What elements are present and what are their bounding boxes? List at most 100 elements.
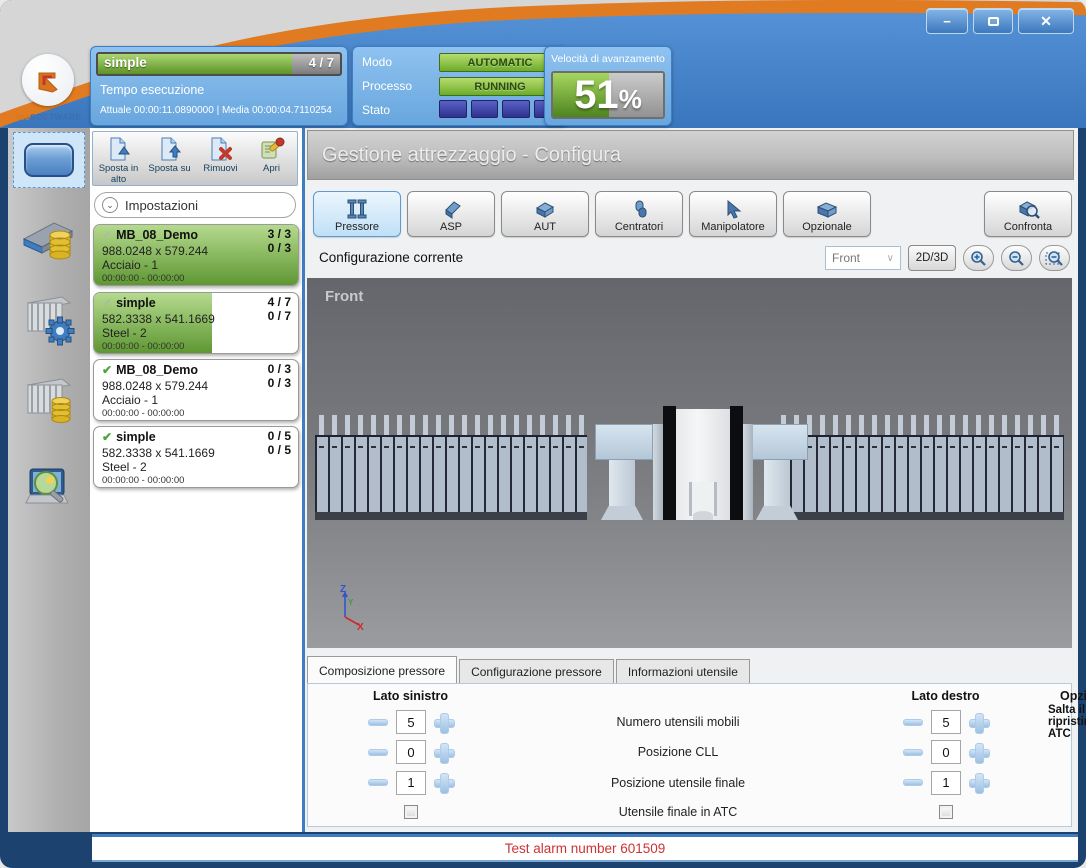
posizione-cll-label: Posizione CLL <box>638 745 719 759</box>
laptop-search-icon <box>20 459 78 517</box>
rack-database-icon <box>20 371 78 429</box>
chevron-down-icon: ∨ <box>887 253 894 264</box>
tab-informazioni-utensile[interactable]: Informazioni utensile <box>616 659 750 684</box>
decrement-button[interactable] <box>903 719 923 726</box>
posizione-utensile-finale-right-value[interactable]: 1 <box>931 771 961 795</box>
numero-utensili-label: Numero utensili mobili <box>617 715 740 729</box>
application-window: theSOFTWARE − ✕ simple 4 / 7 Tempo esecu… <box>0 0 1086 868</box>
header-band: theSOFTWARE − ✕ simple 4 / 7 Tempo esecu… <box>0 0 1086 128</box>
detail-tab-row: Composizione pressore Configurazione pre… <box>307 656 1072 684</box>
tab-pressore[interactable]: Pressore <box>313 191 401 237</box>
apri-button[interactable]: Apri <box>246 132 297 185</box>
machine-3d-viewport[interactable]: Front Z <box>307 278 1072 648</box>
tempo-esecuzione-label: Tempo esecuzione <box>100 83 204 97</box>
sidebar-item-rack-database[interactable] <box>17 368 81 432</box>
machine-state-panel: Modo AUTOMATIC Processo RUNNING Stato <box>352 46 568 126</box>
centratori-icon <box>626 198 652 220</box>
press-black-column-left <box>663 406 676 520</box>
processo-label: Processo <box>362 79 412 93</box>
utensile-finale-atc-left-checkbox[interactable] <box>404 805 418 819</box>
job-progress-panel: simple 4 / 7 Tempo esecuzione Attuale 00… <box>90 46 348 126</box>
viewport-view-label: Front <box>325 288 363 305</box>
posizione-utensile-finale-left-value[interactable]: 1 <box>396 771 426 795</box>
sidebar-item-diagnostics[interactable] <box>17 456 81 520</box>
tab-composizione-pressore[interactable]: Composizione pressore <box>307 656 457 684</box>
view-2d3d-toggle[interactable]: 2D/3D <box>908 245 956 271</box>
page-title-bar: Gestione attrezzaggio - Configura <box>307 130 1074 180</box>
feed-speed-value: 51% <box>553 73 663 117</box>
tab-asp[interactable]: ASP <box>407 191 495 237</box>
numero-utensili-left-value[interactable]: 5 <box>396 710 426 734</box>
press-bracket-right <box>750 424 808 460</box>
increment-button[interactable] <box>969 743 988 762</box>
tab-centratori[interactable]: Centratori <box>595 191 683 237</box>
job-card[interactable]: ✔simple 4 / 70 / 7 582.3338 x 541.1669 S… <box>93 292 299 354</box>
aut-icon <box>532 198 558 220</box>
lato-sinistro-header: Lato sinistro <box>373 689 448 703</box>
job-card[interactable]: ✔simple 0 / 50 / 5 582.3338 x 541.1669 S… <box>93 426 299 488</box>
posizione-cll-right-value[interactable]: 0 <box>931 740 961 764</box>
modo-label: Modo <box>362 55 392 69</box>
sidebar-item-panel-selected[interactable] <box>13 132 85 188</box>
zoom-in-icon <box>970 250 987 267</box>
sidebar-item-rack-settings[interactable] <box>17 286 81 350</box>
alarm-message: Test alarm number 601509 <box>505 841 666 856</box>
increment-button[interactable] <box>434 713 453 732</box>
decrement-button[interactable] <box>368 749 388 756</box>
confronta-button[interactable]: Confronta <box>984 191 1072 237</box>
tab-aut[interactable]: AUT <box>501 191 589 237</box>
decrement-button[interactable] <box>903 749 923 756</box>
press-column-right <box>764 460 790 508</box>
sposta-su-button[interactable]: Sposta su <box>144 132 195 185</box>
asp-icon <box>438 198 464 220</box>
feed-speed-bar: 51% <box>551 71 665 119</box>
tool-row-left <box>315 415 587 520</box>
numero-utensili-right-value[interactable]: 5 <box>931 710 961 734</box>
view-select[interactable]: Front ∨ <box>825 246 901 270</box>
check-icon: ✔ <box>102 296 112 310</box>
zoom-in-button[interactable] <box>963 245 994 271</box>
main-content: Gestione attrezzaggio - Configura Presso… <box>305 128 1078 832</box>
stato-segment <box>471 100 499 118</box>
stato-segment <box>502 100 530 118</box>
job-card[interactable]: ✔MB_08_Demo 3 / 30 / 3 988.0248 x 579.24… <box>93 224 299 286</box>
decrement-button[interactable] <box>903 779 923 786</box>
check-icon: ✔ <box>102 430 112 444</box>
alarm-status-bar: Test alarm number 601509 <box>92 834 1078 862</box>
job-card-dimensions: 988.0248 x 579.244 <box>102 379 208 393</box>
close-button[interactable]: ✕ <box>1018 8 1074 34</box>
job-list-column: Sposta in alto Sposta su Rimuovi <box>90 128 305 832</box>
job-card[interactable]: ✔MB_08_Demo 0 / 30 / 3 988.0248 x 579.24… <box>93 359 299 421</box>
rimuovi-button[interactable]: Rimuovi <box>195 132 246 185</box>
impostazioni-expander[interactable]: ⌄ Impostazioni <box>94 192 296 218</box>
increment-button[interactable] <box>434 773 453 792</box>
composizione-pressore-form: Lato sinistro Lato destro Opzioni 5 Nume… <box>307 683 1072 827</box>
posizione-utensile-finale-right-stepper: 1 <box>903 771 988 795</box>
decrement-button[interactable] <box>368 719 388 726</box>
pressore-icon <box>344 198 370 220</box>
decrement-button[interactable] <box>368 779 388 786</box>
job-card-material: Acciaio - 1 <box>102 393 158 407</box>
sposta-in-alto-button[interactable]: Sposta in alto <box>93 132 144 185</box>
job-card-material: Acciaio - 1 <box>102 258 158 272</box>
zoom-out-button[interactable] <box>1001 245 1032 271</box>
tab-opzionale[interactable]: Opzionale <box>783 191 871 237</box>
minimize-button[interactable]: − <box>926 8 968 34</box>
tab-configurazione-pressore[interactable]: Configurazione pressore <box>459 659 614 684</box>
utensile-finale-atc-right-checkbox[interactable] <box>939 805 953 819</box>
execution-time-stats: Attuale 00:00:11.0890000 | Media 00:00:0… <box>100 105 332 116</box>
zoom-fit-button[interactable] <box>1039 245 1070 271</box>
increment-button[interactable] <box>969 713 988 732</box>
increment-button[interactable] <box>969 773 988 792</box>
numero-utensili-left-stepper: 5 <box>368 710 453 734</box>
move-to-top-icon <box>106 136 132 162</box>
increment-button[interactable] <box>434 743 453 762</box>
sidebar-item-machine-database[interactable] <box>17 206 81 270</box>
tab-manipolatore[interactable]: Manipolatore <box>689 191 777 237</box>
modo-value: AUTOMATIC <box>439 53 561 72</box>
posizione-cll-left-value[interactable]: 0 <box>396 740 426 764</box>
job-card-name: simple <box>116 296 156 310</box>
lato-destro-header: Lato destro <box>911 689 979 703</box>
maximize-button[interactable] <box>973 8 1013 34</box>
posizione-cll-left-stepper: 0 <box>368 740 453 764</box>
